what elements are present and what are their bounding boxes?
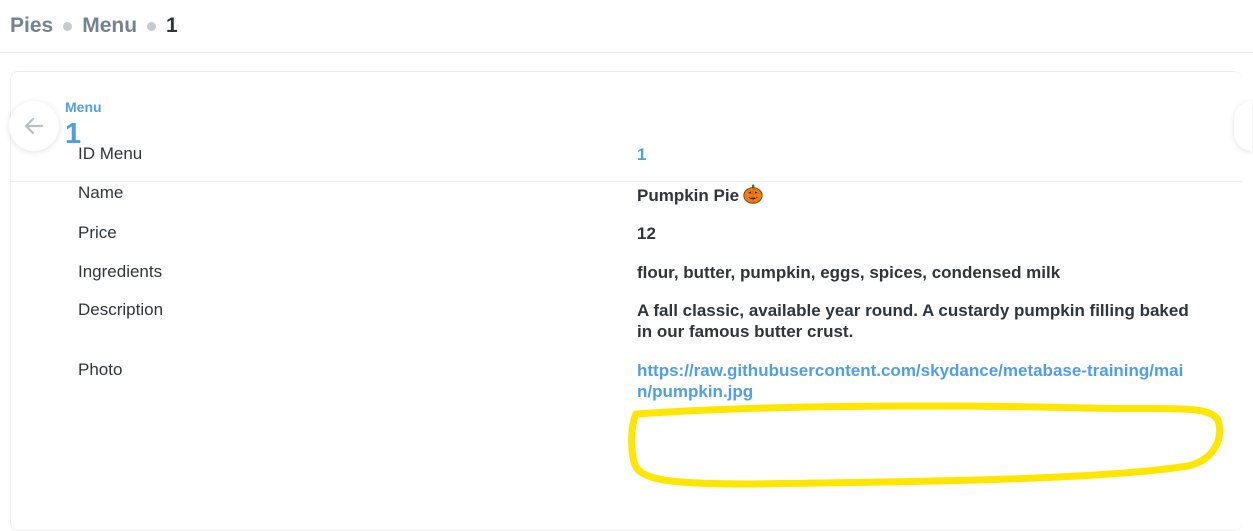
field-label: Photo — [78, 360, 123, 379]
field-label: Name — [78, 183, 124, 202]
breadcrumb-item-record: 1 — [166, 14, 178, 37]
breadcrumb-separator — [63, 21, 73, 31]
field-value-ingredients: flour, butter, pumpkin, eggs, spices, co… — [637, 263, 1061, 282]
field-value-description: A fall classic, available year round. A … — [637, 301, 1189, 341]
breadcrumb-item-table[interactable]: Menu — [82, 14, 137, 38]
field-value-id-link[interactable]: 1 — [637, 144, 1197, 165]
object-detail-header: Menu 1 — [9, 72, 1252, 182]
arrow-left-icon — [24, 117, 44, 135]
next-record-button[interactable] — [1234, 101, 1252, 151]
jack-o-lantern-icon — [743, 184, 763, 204]
field-label: Description — [78, 300, 164, 319]
breadcrumb-item-database[interactable]: Pies — [10, 14, 53, 38]
breadcrumb-separator — [147, 21, 157, 31]
field-value-photo-link[interactable]: https://raw.githubusercontent.com/skydan… — [637, 360, 1197, 402]
highlight-annotation — [628, 402, 1224, 488]
field-value-name: Pumpkin Pie — [637, 186, 740, 205]
field-label: ID Menu — [78, 144, 143, 163]
breadcrumb: Pies Menu 1 — [0, 0, 1253, 53]
previous-record-button[interactable] — [9, 101, 59, 151]
photo-url-link[interactable]: https://raw.githubusercontent.com/skydan… — [637, 361, 1183, 401]
field-value-price: 12 — [637, 224, 656, 243]
table-name: Menu — [65, 99, 102, 115]
field-value-name-wrap: Pumpkin Pie — [637, 184, 1197, 206]
field-label: Ingredients — [78, 262, 163, 281]
field-label: Price — [78, 223, 117, 242]
